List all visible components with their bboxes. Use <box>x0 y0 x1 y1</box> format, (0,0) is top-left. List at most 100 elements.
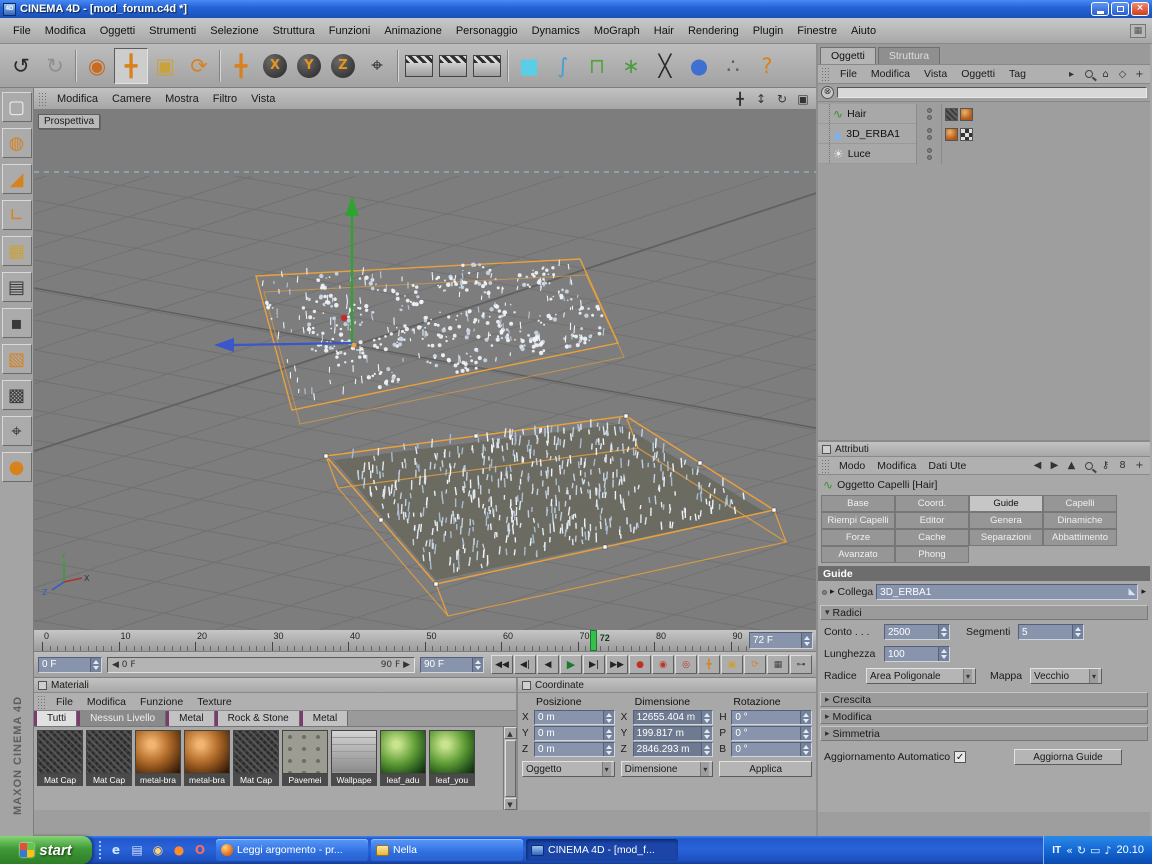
material-item-metal-bra[interactable]: metal-bra <box>184 730 232 810</box>
menu-finestre[interactable]: Finestre <box>790 22 844 40</box>
menu-aiuto[interactable]: Aiuto <box>844 22 883 40</box>
c4d-ball-icon[interactable]: ● <box>1 452 32 482</box>
prev-frame-icon[interactable]: ◀ <box>537 655 559 674</box>
tab-oggetti[interactable]: Oggetti <box>820 47 876 64</box>
media-player-icon[interactable]: ◉ <box>149 841 167 859</box>
menu-rendering[interactable]: Rendering <box>681 22 746 40</box>
viewport-menu-modifica[interactable]: Modifica <box>50 91 105 107</box>
materials-menu-funzione[interactable]: Funzione <box>133 694 190 710</box>
record-parameters-icon[interactable]: ▦ <box>767 655 789 674</box>
attr-menu-modo[interactable]: Modo <box>833 458 871 474</box>
add-primitive-icon[interactable]: ■ <box>512 48 546 84</box>
material-item-leaf-adu[interactable]: leaf_adu <box>380 730 428 810</box>
quick-launch-handle[interactable] <box>98 840 102 860</box>
object-axis-icon[interactable]: ∟ <box>1 200 32 230</box>
search-icon[interactable] <box>1081 67 1096 81</box>
preview-range-slider[interactable]: ◀ 0 F 90 F ▶ <box>107 656 415 673</box>
range-start-field[interactable]: 0 F <box>38 656 102 673</box>
material-item-mat-cap[interactable]: Mat Cap <box>86 730 134 810</box>
visibility-icon[interactable]: ◇ <box>1115 67 1130 81</box>
radici-section[interactable]: ▾ Radici <box>820 605 1148 620</box>
render-view-icon[interactable] <box>402 48 436 84</box>
up-icon[interactable]: ▲ <box>1064 459 1079 473</box>
attr-tab-base[interactable]: Base <box>821 495 895 512</box>
task-cinema-4d-mod-f[interactable]: CINEMA 4D - [mod_f... <box>526 839 678 861</box>
pan-view-icon[interactable]: ╋ <box>731 91 749 107</box>
materials-menu-modifica[interactable]: Modifica <box>80 694 133 710</box>
add-icon[interactable]: + <box>1132 67 1147 81</box>
coord-posizione-x-field[interactable]: 0 m <box>534 710 615 725</box>
editor-visibility-dot[interactable] <box>926 148 932 153</box>
desktop-icon[interactable]: ▤ <box>128 841 146 859</box>
current-frame-field[interactable]: 72 F <box>749 632 813 649</box>
scroll-up-icon[interactable]: ▲ <box>503 727 517 739</box>
menu-arrow-icon[interactable]: ▸ <box>1141 587 1146 597</box>
om-menu-tag[interactable]: Tag <box>1002 66 1033 82</box>
record-rotation-icon[interactable]: ⟳ <box>744 655 766 674</box>
attr-menu-dati-ute[interactable]: Dati Ute <box>922 458 972 474</box>
segmenti-field[interactable]: 5 <box>1018 624 1084 640</box>
om-menu-modifica[interactable]: Modifica <box>864 66 917 82</box>
coord-rotazione-h-field[interactable]: 0 ° <box>731 710 813 725</box>
keyframe-selection-icon[interactable]: ⊶ <box>790 655 812 674</box>
materials-tab-metal[interactable]: Metal <box>166 711 215 726</box>
texture-mode-icon[interactable]: ▦ <box>1 236 32 266</box>
timeline-ruler[interactable]: 0 10 20 30 40 50 60 70 80 90 72 72 F <box>34 630 816 652</box>
rotate-view-icon[interactable]: ↻ <box>773 91 791 107</box>
materials-tab-metal[interactable]: Metal <box>299 711 349 726</box>
ball-tag-icon[interactable] <box>960 107 973 121</box>
checker-tag-icon[interactable] <box>960 127 973 141</box>
range-end-field[interactable]: 90 F <box>420 656 484 673</box>
add-modeling-icon[interactable]: ∗ <box>614 48 648 84</box>
om-menu-oggetti[interactable]: Oggetti <box>954 66 1002 82</box>
menu-hair[interactable]: Hair <box>647 22 681 40</box>
panel-grip[interactable] <box>37 694 46 709</box>
redo-icon[interactable]: ↻ <box>38 48 72 84</box>
rotate-tool-icon[interactable]: ⟳ <box>182 48 216 84</box>
menu-personaggio[interactable]: Personaggio <box>449 22 525 40</box>
record-keyframe-icon[interactable]: ● <box>629 655 651 674</box>
section-simmetria[interactable]: ▸ Simmetria <box>820 726 1148 741</box>
menubar-gadget-icon[interactable]: ▦ <box>1130 23 1146 38</box>
coord-dimensione-x-field[interactable]: 12655.404 m <box>632 710 714 725</box>
menu-mograph[interactable]: MoGraph <box>587 22 647 40</box>
last-tool-icon[interactable]: ╋ <box>224 48 258 84</box>
menu-struttura[interactable]: Struttura <box>266 22 322 40</box>
attr-tab-capelli[interactable]: Capelli <box>1043 495 1117 512</box>
materials-menu-texture[interactable]: Texture <box>190 694 238 710</box>
hatch-tag-icon[interactable] <box>945 107 958 121</box>
viewport-menu-mostra[interactable]: Mostra <box>158 91 206 107</box>
search-icon[interactable] <box>1081 459 1096 473</box>
lock-icon[interactable]: ⚷ <box>1098 459 1113 473</box>
attr-tab-editor[interactable]: Editor <box>895 512 969 529</box>
forward-icon[interactable]: ▶ <box>1047 459 1062 473</box>
snap-icon[interactable]: ⌖ <box>1 416 32 446</box>
lunghezza-field[interactable]: 100 <box>884 646 950 662</box>
firefox-icon[interactable]: ● <box>170 841 188 859</box>
coord-posizione-z-field[interactable]: 0 m <box>534 742 615 757</box>
material-item-mat-cap[interactable]: Mat Cap <box>233 730 281 810</box>
viewport-menu-filtro[interactable]: Filtro <box>206 91 244 107</box>
auto-update-checkbox[interactable]: ✓ <box>954 751 967 763</box>
keyframe-dot[interactable] <box>822 589 827 595</box>
edges-mode-icon[interactable]: ▧ <box>1 344 32 374</box>
clock[interactable]: 20.10 <box>1116 844 1144 856</box>
toggle-views-icon[interactable]: ▣ <box>794 91 812 107</box>
render-settings-icon[interactable] <box>470 48 504 84</box>
om-menu-file[interactable]: File <box>833 66 864 82</box>
live-selection-icon[interactable]: ◉ <box>80 48 114 84</box>
conto-field[interactable]: 2500 <box>884 624 950 640</box>
help-icon[interactable]: ? <box>750 48 784 84</box>
attr-tab-riempi-capelli[interactable]: Riempi Capelli <box>821 512 895 529</box>
frame-spinner[interactable] <box>801 633 812 648</box>
prev-key-icon[interactable]: ◀| <box>514 655 536 674</box>
task-leggi-argomento-pr[interactable]: Leggi argomento - pr... <box>216 839 368 861</box>
material-item-metal-bra[interactable]: metal-bra <box>135 730 183 810</box>
play-icon[interactable]: ▶ <box>560 655 582 674</box>
attr-tab-dinamiche[interactable]: Dinamiche <box>1043 512 1117 529</box>
make-editable-icon[interactable]: ◍ <box>1 128 32 158</box>
coord-dimensione-z-field[interactable]: 2846.293 m <box>632 742 714 757</box>
record-options-icon[interactable]: ◎ <box>675 655 697 674</box>
section-crescita[interactable]: ▸ Crescita <box>820 692 1148 707</box>
object-row-luce[interactable]: ☀ Luce <box>818 144 1150 164</box>
